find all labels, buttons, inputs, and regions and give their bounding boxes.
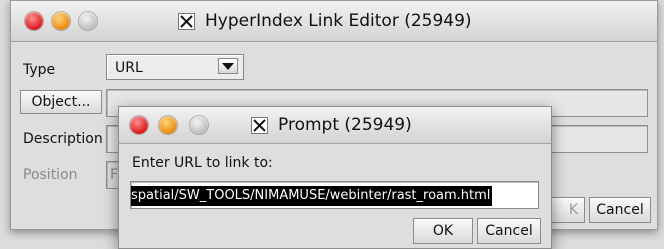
position-field-value: F — [110, 167, 119, 183]
link-editor-titlebar[interactable]: HyperIndex Link Editor (25949) — [11, 1, 657, 42]
chevron-down-icon — [218, 58, 238, 74]
prompt-zoom-button[interactable] — [190, 116, 208, 134]
minimize-button[interactable] — [52, 12, 70, 30]
prompt-ok-button[interactable]: OK — [413, 218, 473, 244]
url-input[interactable]: spatial/SW_TOOLS/NIMAMUSE/webinter/rast_… — [130, 181, 539, 209]
prompt-close-button[interactable] — [130, 116, 148, 134]
object-button[interactable]: Object... — [20, 90, 102, 114]
prompt-message: Enter URL to link to: — [132, 155, 273, 171]
prompt-title: Prompt (25949) — [278, 115, 412, 135]
description-label: Description — [23, 131, 103, 147]
x11-icon — [251, 117, 268, 134]
close-button[interactable] — [25, 12, 43, 30]
url-input-value: spatial/SW_TOOLS/NIMAMUSE/webinter/rast_… — [131, 186, 493, 206]
prompt-titlebar[interactable]: Prompt (25949) — [119, 107, 551, 144]
type-select-value: URL — [115, 60, 143, 76]
x11-icon — [178, 13, 195, 30]
prompt-minimize-button[interactable] — [159, 116, 177, 134]
type-label: Type — [23, 62, 56, 78]
position-label: Position — [23, 167, 78, 183]
zoom-button[interactable] — [79, 12, 97, 30]
cancel-button-main[interactable]: Cancel — [589, 197, 651, 223]
type-select[interactable]: URL — [106, 54, 244, 80]
prompt-cancel-button[interactable]: Cancel — [477, 218, 541, 244]
prompt-dialog: Prompt (25949) Enter URL to link to: spa… — [118, 106, 552, 249]
window-title: HyperIndex Link Editor (25949) — [205, 11, 472, 31]
